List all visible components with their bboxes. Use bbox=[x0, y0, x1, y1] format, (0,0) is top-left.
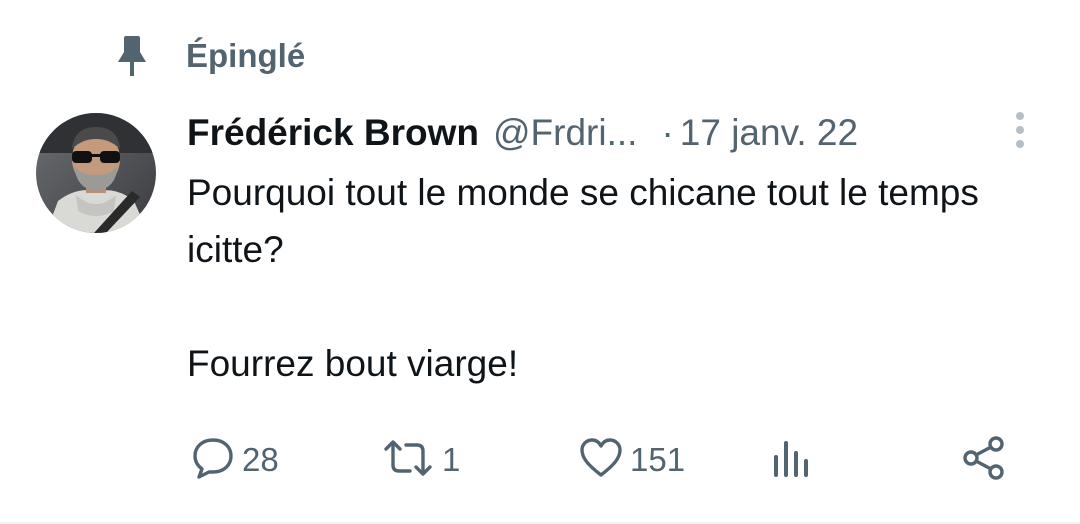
avatar[interactable] bbox=[36, 113, 156, 233]
like-count: 151 bbox=[630, 441, 686, 478]
more-vertical-icon bbox=[1013, 110, 1027, 155]
reply-button[interactable]: 28 bbox=[190, 434, 279, 486]
share-icon bbox=[962, 435, 1006, 486]
retweet-count: 1 bbox=[442, 441, 461, 478]
reply-count: 28 bbox=[242, 441, 279, 478]
share-button[interactable] bbox=[962, 434, 1006, 486]
tweet-text: Pourquoi tout le monde se chicane tout l… bbox=[187, 164, 1067, 392]
author-handle[interactable]: @Frdri... bbox=[493, 112, 637, 154]
pin-icon bbox=[112, 32, 152, 80]
retweet-icon bbox=[380, 435, 436, 486]
retweet-button[interactable]: 1 bbox=[380, 434, 460, 486]
pinned-indicator: Épinglé bbox=[112, 32, 305, 80]
reply-icon bbox=[190, 435, 236, 486]
tweet-paragraph: Pourquoi tout le monde se chicane tout l… bbox=[187, 172, 979, 270]
analytics-icon bbox=[770, 435, 812, 486]
views-button[interactable] bbox=[770, 434, 812, 486]
heart-icon bbox=[578, 435, 624, 486]
tweet-header: Frédérick Brown @Frdri... · 17 janv. 22 bbox=[187, 108, 858, 158]
tweet-paragraph: Fourrez bout viarge! bbox=[187, 343, 519, 384]
more-options-button[interactable] bbox=[1000, 108, 1040, 156]
tweet-timestamp[interactable]: 17 janv. 22 bbox=[680, 112, 858, 154]
author-name[interactable]: Frédérick Brown bbox=[187, 112, 479, 154]
pinned-label: Épinglé bbox=[186, 37, 306, 74]
like-button[interactable]: 151 bbox=[578, 434, 685, 486]
tweet-card[interactable]: Épinglé Frédérick Brown @Frdri... · 17 j… bbox=[0, 0, 1080, 524]
tweet-actions: 28 1 151 bbox=[0, 434, 1080, 486]
separator-dot: · bbox=[661, 112, 674, 153]
